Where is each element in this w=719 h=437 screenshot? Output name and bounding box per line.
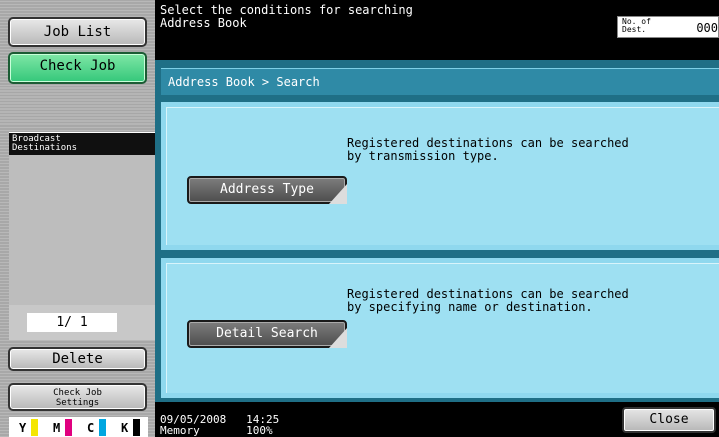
toner-k-bar [133,419,140,436]
check-job-settings-button[interactable]: Check Job Settings [8,383,147,411]
left-sidebar: Job List Check Job Broadcast Destination… [0,0,155,437]
date-time-memory: 09/05/2008 14:25 Memory 100% [160,413,280,437]
address-type-button-label: Address Type [220,182,314,197]
detail-search-section: Registered destinations can be searched … [161,258,719,398]
toner-k-label: K [121,421,129,435]
sidebar-divider [0,86,155,126]
header: Select the conditions for searching Addr… [155,0,719,60]
detail-search-section-body: Registered destinations can be searched … [166,263,719,393]
address-type-button[interactable]: Address Type [187,176,347,204]
button-corner-icon [329,328,347,348]
breadcrumb-bar: Address Book > Search [161,68,719,95]
toner-level-indicator: Y M C K [9,417,148,437]
destination-count-value: 000 [696,21,718,35]
toner-y-label: Y [19,421,27,435]
detail-search-button-label: Detail Search [216,326,318,341]
detail-search-description: Registered destinations can be searched … [347,287,629,314]
breadcrumb: Address Book > Search [168,75,320,89]
toner-c-label: C [87,421,95,435]
footer: 09/05/2008 14:25 Memory 100% Close [155,402,719,437]
button-corner-icon [329,184,347,204]
broadcast-destinations-list [9,155,155,305]
toner-m-label: M [53,421,61,435]
page-counter-value: 1/ 1 [27,313,117,332]
toner-m-bar [65,419,72,436]
toner-c-bar [99,419,106,436]
address-type-section: Registered destinations can be searched … [161,102,719,250]
detail-search-button[interactable]: Detail Search [187,320,347,348]
header-message: Select the conditions for searching Addr… [160,3,413,30]
broadcast-destinations-label: Broadcast Destinations [9,132,155,155]
toner-y-bar [31,419,38,436]
check-job-button[interactable]: Check Job [8,52,147,84]
address-type-section-body: Registered destinations can be searched … [166,107,719,245]
close-button[interactable]: Close [622,407,716,433]
destination-count-label: No. of Dest. [622,17,651,34]
page-counter: 1/ 1 [9,305,155,340]
destination-count-box: No. of Dest. 000 [617,16,719,38]
delete-button[interactable]: Delete [8,347,147,371]
main-panel: Address Book > Search Registered destina… [155,60,719,402]
address-type-description: Registered destinations can be searched … [347,136,629,163]
job-list-button[interactable]: Job List [8,17,147,47]
